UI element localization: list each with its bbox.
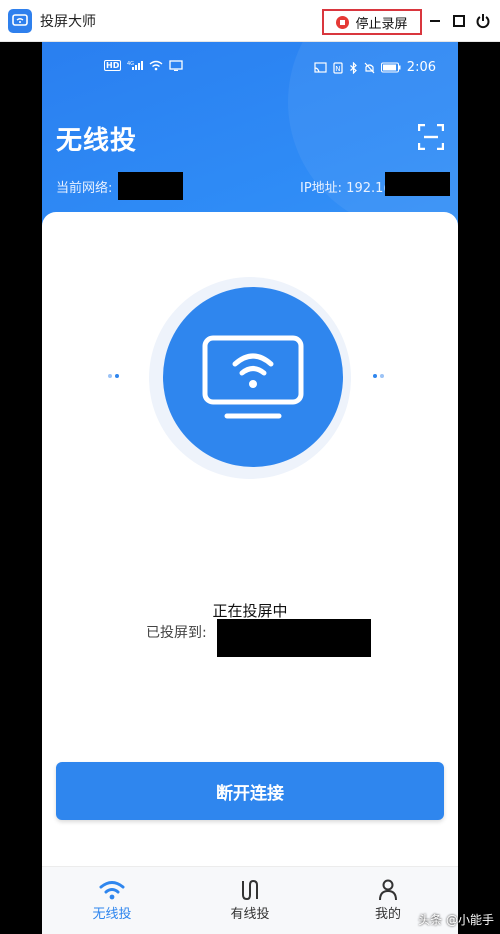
monitor-wifi-icon xyxy=(202,335,304,419)
bluetooth-icon xyxy=(349,61,357,74)
ip-address-label: IP地址: 192.1( xyxy=(300,181,389,196)
power-icon xyxy=(476,14,490,29)
ip-address-redacted xyxy=(385,172,450,196)
disconnect-button[interactable]: 断开连接 xyxy=(56,762,444,820)
wifi-icon xyxy=(99,881,125,900)
clock: 2:06 xyxy=(406,60,436,75)
cast-target-label: 已投屏到: xyxy=(146,625,207,641)
casting-indicator xyxy=(163,287,343,467)
cast-status-card: 正在投屏中 已投屏到: 断开连接 xyxy=(42,212,458,872)
nav-label-wireless: 无线投 xyxy=(92,907,132,922)
battery-icon xyxy=(380,62,401,73)
window-title-bar: 投屏大师 停止录屏 xyxy=(0,0,500,42)
hd-icon: HD xyxy=(104,60,122,71)
signal-4g-icon: 4G xyxy=(127,61,144,70)
connection-dots-left xyxy=(108,374,119,378)
nfc-icon: N xyxy=(333,61,343,74)
nav-item-wired[interactable]: 有线投 xyxy=(200,877,300,922)
screen-mirror-icon xyxy=(314,62,327,73)
phone-screen: HD 4G N 2:06 无线投 当前网络: IP地址: 192.1(正在投屏… xyxy=(42,42,458,934)
stop-record-icon xyxy=(336,15,350,29)
nav-item-wireless[interactable]: 无线投 xyxy=(62,877,162,922)
cast-icon xyxy=(169,60,183,71)
svg-text:N: N xyxy=(335,65,340,73)
nav-label-wired: 有线投 xyxy=(230,907,270,922)
page-title: 无线投 xyxy=(56,126,138,156)
svg-text:4G: 4G xyxy=(127,61,134,67)
status-bar: HD 4G N 2:06 xyxy=(42,56,458,80)
connection-dots-right xyxy=(373,374,384,378)
stop-recording-label: 停止录屏 xyxy=(355,16,408,32)
stop-recording-button[interactable]: 停止录屏 xyxy=(322,9,422,35)
wifi-icon xyxy=(149,60,163,71)
minimize-icon xyxy=(430,20,440,22)
bottom-nav: 无线投 有线投 我的 xyxy=(42,866,458,934)
power-button[interactable] xyxy=(472,10,494,32)
cast-target-redacted xyxy=(217,619,371,657)
user-icon xyxy=(379,879,397,901)
watermark: 头条 @小能手 xyxy=(418,913,494,927)
casting-status: 正在投屏中 xyxy=(212,602,288,620)
app-title: 投屏大师 xyxy=(40,14,96,30)
cable-icon xyxy=(242,879,258,901)
app-logo-icon xyxy=(8,9,32,33)
maximize-button[interactable] xyxy=(448,10,470,32)
mute-icon xyxy=(364,62,375,73)
scan-icon xyxy=(417,123,445,151)
minimize-button[interactable] xyxy=(424,10,446,32)
nav-label-mine: 我的 xyxy=(374,907,401,922)
network-label: 当前网络: xyxy=(56,181,113,196)
maximize-icon xyxy=(453,15,465,27)
network-name-redacted xyxy=(118,172,183,200)
scan-button[interactable] xyxy=(417,123,445,151)
